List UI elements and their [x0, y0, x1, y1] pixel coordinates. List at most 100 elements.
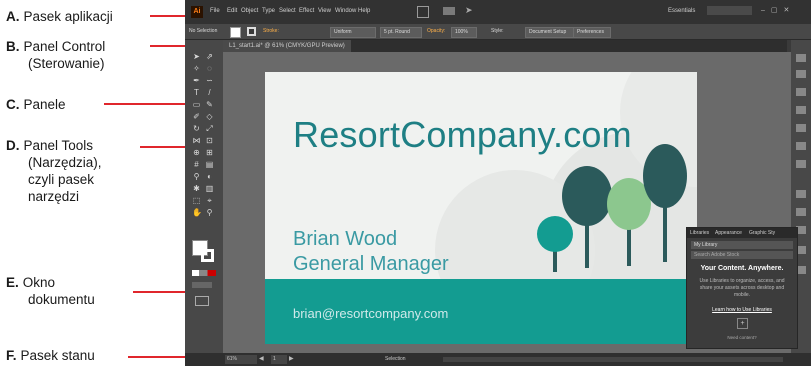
menu-object[interactable]: Object [241, 8, 258, 14]
need-content-label: Need content? [727, 335, 757, 340]
arrange-documents-icon[interactable] [417, 6, 429, 18]
stroke-color-icon[interactable] [201, 249, 214, 262]
libraries-heading: Your Content. Anywhere. [700, 265, 784, 272]
magic-wand-tool-icon[interactable]: ✧ [192, 64, 201, 73]
window-controls[interactable]: –▢✕ [761, 6, 795, 14]
callout-e: E. Okno dokumentu [6, 274, 95, 308]
search-field[interactable] [707, 6, 752, 15]
type-tool-icon[interactable]: T [192, 88, 201, 97]
callout-letter: B. [6, 39, 20, 54]
callout-label: Panel Tools [23, 138, 94, 153]
eraser-tool-icon[interactable]: ◇ [205, 112, 214, 121]
library-dropdown[interactable]: My Library [691, 241, 793, 249]
mesh-tool-icon[interactable]: # [192, 160, 201, 169]
learn-libraries-link[interactable]: Learn how to Use Libraries [687, 307, 797, 313]
send-icon[interactable]: ➤ [465, 5, 473, 16]
perspective-grid-tool-icon[interactable]: ⊞ [205, 148, 214, 157]
properties-panel-icon[interactable] [796, 54, 806, 62]
menu-file[interactable]: File [210, 8, 220, 14]
pen-tool-icon[interactable]: ✒ [192, 76, 201, 85]
stroke-panel-icon[interactable] [796, 160, 806, 168]
artboard[interactable]: ResortCompany.com Brian Wood General Man… [265, 72, 697, 344]
callout-letter: E. [6, 275, 19, 290]
scale-tool-icon[interactable]: ⤢ [205, 124, 214, 133]
document-setup-button[interactable]: Document Setup [525, 27, 575, 38]
symbol-sprayer-tool-icon[interactable]: ✱ [192, 184, 201, 193]
preferences-button[interactable]: Preferences [573, 27, 611, 38]
stroke-swatch[interactable] [247, 27, 256, 36]
workspace-switcher[interactable]: Essentials [668, 8, 695, 14]
menu-view[interactable]: View [318, 8, 331, 14]
brushes-panel-icon[interactable] [796, 124, 806, 132]
screen-mode-icon[interactable] [195, 296, 209, 306]
opacity-field[interactable]: 100% [451, 27, 477, 38]
callout-label: Panele [23, 97, 66, 112]
transparency-panel-icon[interactable] [796, 208, 806, 216]
paintbrush-tool-icon[interactable]: ✎ [205, 100, 214, 109]
menu-type[interactable]: Type [262, 8, 275, 14]
company-name: ResortCompany.com [293, 114, 632, 155]
current-tool-status[interactable]: Selection [385, 356, 406, 362]
menu-select[interactable]: Select [279, 8, 296, 14]
tab-libraries[interactable]: Libraries [690, 228, 709, 238]
contact-name: Brian Wood [293, 228, 398, 250]
callout-label: Pasek aplikacji [23, 9, 113, 24]
callout-label: Pasek stanu [20, 348, 95, 363]
menu-window[interactable]: Window [335, 8, 356, 14]
callout-label-line2: (Sterowanie) [28, 56, 105, 71]
brush-dropdown[interactable]: 5 pt. Round [380, 27, 422, 38]
lasso-tool-icon[interactable]: ◌ [205, 64, 214, 73]
color-panel-icon[interactable] [796, 88, 806, 96]
app-logo-icon: Ai [191, 6, 203, 18]
libraries-panel: Libraries Appearance Graphic Sty My Libr… [686, 227, 798, 349]
libraries-panel-icon[interactable] [796, 190, 806, 198]
fill-swatch[interactable] [230, 27, 241, 38]
width-tool-icon[interactable]: ⋈ [192, 136, 201, 145]
draw-mode-icon[interactable] [192, 282, 212, 288]
tab-document[interactable]: L1_start1.ai* @ 61% (CMYK/GPU Preview) [223, 40, 351, 52]
line-tool-icon[interactable]: / [205, 88, 214, 97]
direct-selection-tool-icon[interactable]: ⇗ [205, 52, 214, 61]
status-bar: 61% ◀ 1 ▶ Selection [185, 353, 811, 366]
selection-tool-icon[interactable]: ➤ [192, 52, 201, 61]
hand-tool-icon[interactable]: ✋ [192, 208, 202, 217]
previous-artboard-icon[interactable]: ◀ [259, 355, 264, 362]
selection-label: No Selection [189, 28, 218, 34]
blend-tool-icon[interactable]: ◐ [205, 172, 214, 181]
gradient-tool-icon[interactable]: ▤ [205, 160, 214, 169]
tab-graphic-styles[interactable]: Graphic Sty [749, 228, 775, 238]
artboard-tool-icon[interactable]: ⬚ [192, 196, 201, 205]
menu-effect[interactable]: Effect [299, 8, 314, 14]
rotate-tool-icon[interactable]: ↻ [192, 124, 201, 133]
menu-help[interactable]: Help [358, 8, 370, 14]
variable-width-dropdown[interactable]: Uniform [330, 27, 376, 38]
tools-panel: ➤ ⇗ ✧ ◌ ✒ ∽ T / ▭ ✎ ✐ ◇ ↻ ⤢ ⋈ ⊡ ⊕ ⊞ # ▤ … [185, 40, 223, 353]
next-artboard-icon[interactable]: ▶ [289, 355, 294, 362]
callout-label-line2: (Narzędzia), [28, 155, 102, 170]
tab-appearance[interactable]: Appearance [715, 228, 742, 238]
menu-edit[interactable]: Edit [227, 8, 237, 14]
color-mode-icons[interactable] [192, 270, 216, 276]
symbols-panel-icon[interactable] [796, 142, 806, 150]
shaper-tool-icon[interactable]: ✐ [192, 112, 201, 121]
slice-tool-icon[interactable]: ⌖ [205, 196, 214, 205]
swatches-panel-icon[interactable] [796, 106, 806, 114]
add-content-icon[interactable]: + [737, 318, 748, 329]
horizontal-scrollbar[interactable] [443, 357, 783, 362]
application-bar: Ai File Edit Object Type Select Effect V… [185, 0, 811, 24]
zoom-level-field[interactable]: 61% [225, 355, 257, 364]
zoom-tool-icon[interactable]: ⚲ [205, 208, 214, 217]
rectangle-tool-icon[interactable]: ▭ [192, 100, 201, 109]
artboard-number-field[interactable]: 1 [271, 355, 287, 364]
style-label: Style: [491, 28, 504, 34]
curvature-tool-icon[interactable]: ∽ [205, 76, 214, 85]
callout-letter: F. [6, 348, 17, 363]
callout-f: F. Pasek stanu [6, 347, 95, 364]
shape-builder-tool-icon[interactable]: ⊕ [192, 148, 201, 157]
stock-search-input[interactable]: Search Adobe Stock [691, 251, 793, 259]
column-graph-tool-icon[interactable]: ▥ [205, 184, 214, 193]
gpu-icon[interactable] [443, 7, 455, 15]
layers-panel-icon[interactable] [796, 70, 806, 78]
free-transform-tool-icon[interactable]: ⊡ [205, 136, 214, 145]
eyedropper-tool-icon[interactable]: ⚲ [192, 172, 201, 181]
